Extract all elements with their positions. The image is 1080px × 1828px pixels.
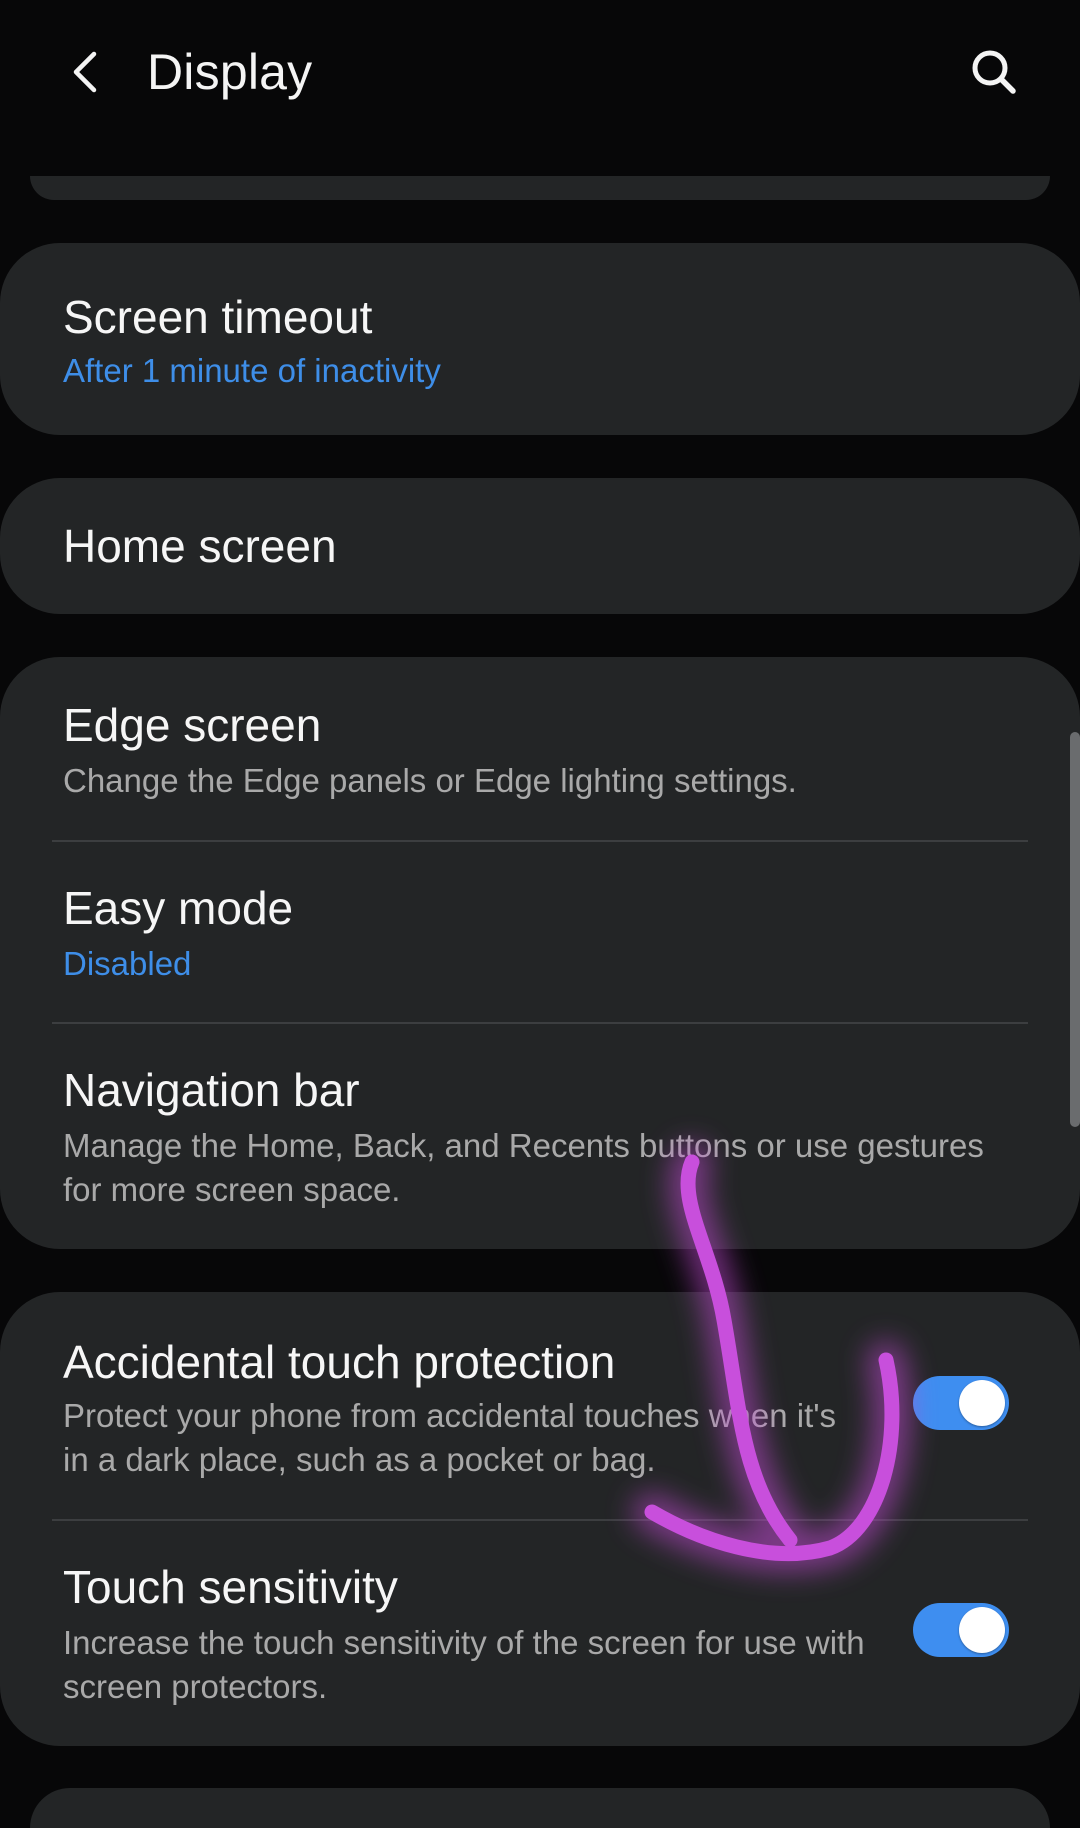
accidental-touch-description-line1: Protect your phone from accidental touch… bbox=[63, 1397, 837, 1434]
scrollbar[interactable] bbox=[1070, 732, 1080, 1127]
edge-screen-title: Edge screen bbox=[63, 699, 322, 751]
easy-mode-title: Easy mode bbox=[63, 882, 294, 934]
home-screen-row[interactable]: Home screen bbox=[0, 478, 1080, 614]
easy-mode-value: Disabled bbox=[63, 945, 192, 982]
screen-timeout-row[interactable]: Screen timeout After 1 minute of inactiv… bbox=[0, 243, 1080, 435]
touch-sensitivity-row[interactable]: Touch sensitivity Increase the touch sen… bbox=[0, 1521, 1080, 1746]
page-title: Display bbox=[147, 44, 313, 100]
navigation-bar-description-line1: Manage the Home, Back, and Recents butto… bbox=[63, 1127, 984, 1164]
accidental-touch-title: Accidental touch protection bbox=[63, 1336, 616, 1388]
navigation-bar-row[interactable]: Navigation bar Manage the Home, Back, an… bbox=[0, 1024, 1080, 1249]
search-button[interactable] bbox=[960, 38, 1028, 106]
toggle-knob bbox=[959, 1380, 1005, 1426]
search-icon bbox=[972, 50, 1016, 94]
accidental-touch-description-line2: in a dark place, such as a pocket or bag… bbox=[63, 1441, 656, 1478]
touch-sensitivity-toggle[interactable] bbox=[913, 1603, 1009, 1657]
edge-screen-description: Change the Edge panels or Edge lighting … bbox=[63, 762, 797, 799]
toggle-knob bbox=[959, 1607, 1005, 1653]
next-card-edge bbox=[30, 1788, 1050, 1828]
easy-mode-row[interactable]: Easy mode Disabled bbox=[0, 842, 1080, 1023]
touch-sensitivity-description-line2: screen protectors. bbox=[63, 1668, 328, 1705]
accidental-touch-toggle[interactable] bbox=[913, 1376, 1009, 1430]
screen-timeout-card: Screen timeout After 1 minute of inactiv… bbox=[0, 243, 1080, 435]
home-screen-title: Home screen bbox=[63, 520, 337, 572]
touch-settings-card: Accidental touch protection Protect your… bbox=[0, 1292, 1080, 1746]
navigation-bar-description-line2: for more screen space. bbox=[63, 1171, 401, 1208]
screen-timeout-value: After 1 minute of inactivity bbox=[63, 352, 441, 389]
touch-sensitivity-title: Touch sensitivity bbox=[63, 1561, 398, 1613]
edge-easy-nav-card: Edge screen Change the Edge panels or Ed… bbox=[0, 657, 1080, 1249]
screen-timeout-title: Screen timeout bbox=[63, 291, 373, 343]
app-bar: Display bbox=[0, 0, 1080, 150]
touch-sensitivity-description-line1: Increase the touch sensitivity of the sc… bbox=[63, 1624, 865, 1661]
accidental-touch-row[interactable]: Accidental touch protection Protect your… bbox=[0, 1292, 1080, 1519]
navigation-bar-title: Navigation bar bbox=[63, 1064, 360, 1116]
previous-card-edge bbox=[30, 176, 1050, 200]
back-arrow-icon bbox=[73, 51, 97, 93]
home-screen-card: Home screen bbox=[0, 478, 1080, 614]
edge-screen-row[interactable]: Edge screen Change the Edge panels or Ed… bbox=[0, 657, 1080, 841]
back-button[interactable] bbox=[52, 38, 120, 106]
